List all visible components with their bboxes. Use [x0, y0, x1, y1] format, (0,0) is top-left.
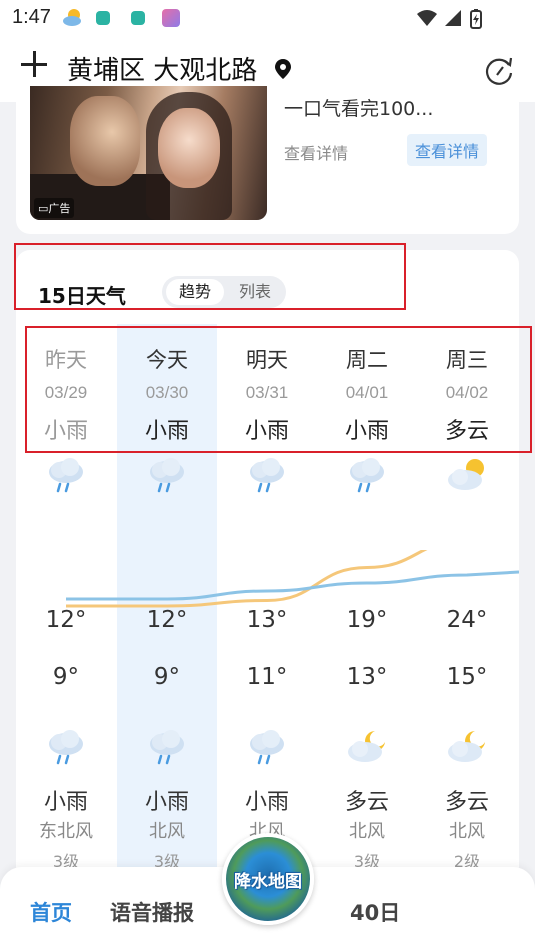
refresh-icon[interactable]	[483, 55, 515, 87]
ad-label: ▭广告	[34, 198, 75, 218]
add-city-icon[interactable]	[20, 50, 48, 78]
rain-cloud-icon	[117, 728, 217, 772]
rain-cloud-icon	[49, 458, 83, 493]
weather-status-icon	[62, 7, 84, 27]
forecast-night-condition: 小雨	[244, 790, 289, 815]
rain-cloud-icon	[16, 456, 116, 500]
low-temp-curve	[66, 570, 519, 601]
rain-cloud-icon	[217, 728, 317, 772]
cloud-moon-icon	[348, 731, 385, 762]
forecast-night-condition: 小雨	[144, 790, 189, 815]
highlight-box-days	[25, 326, 532, 453]
ad-tag-icon: ▭	[38, 202, 49, 215]
cloud-sun-icon	[417, 456, 517, 500]
forecast-wind-direction: 北风	[449, 821, 485, 842]
cloud-moon-icon	[448, 731, 485, 762]
location-title[interactable]: 黄埔区 大观北路	[67, 50, 257, 87]
temperature-curves	[66, 550, 519, 608]
rain-cloud-icon	[150, 458, 184, 493]
status-bar: 1:47	[0, 0, 535, 36]
cloud-moon-icon	[317, 728, 417, 772]
rain-cloud-icon	[250, 458, 284, 493]
rain-cloud-icon	[150, 730, 184, 765]
precipitation-map-button[interactable]: 降水地图	[222, 833, 314, 925]
forecast-night-condition: 多云	[344, 790, 389, 815]
ad-card[interactable]: ▭广告 一口气看完100... 查看详情 查看详情	[16, 86, 519, 234]
nav-voice[interactable]: 语音播报	[110, 897, 194, 927]
rain-cloud-icon	[49, 730, 83, 765]
precipitation-map-label: 降水地图	[234, 872, 302, 892]
highlight-box-title	[14, 243, 406, 310]
rain-cloud-icon	[217, 456, 317, 500]
ad-detail-button[interactable]: 查看详情	[407, 134, 488, 166]
cloud-sun-icon	[448, 459, 484, 490]
rain-cloud-icon	[317, 456, 417, 500]
location-pin-icon	[275, 59, 291, 79]
cloud-moon-icon	[417, 728, 517, 772]
forecast-wind-direction: 北风	[149, 821, 185, 842]
ad-title[interactable]: 一口气看完100...	[284, 94, 433, 121]
rain-cloud-icon	[350, 458, 384, 493]
ad-detail-text[interactable]: 查看详情	[284, 140, 348, 164]
nav-home[interactable]: 首页	[30, 897, 72, 927]
forecast-night-condition: 多云	[444, 790, 489, 815]
rain-cloud-icon	[117, 456, 217, 500]
signal-battery-icons	[417, 9, 482, 29]
rain-cloud-icon	[16, 728, 116, 772]
app-notification-icon	[96, 11, 110, 25]
nav-40day[interactable]: 40日	[350, 897, 400, 927]
ad-tag-text: 广告	[48, 202, 71, 215]
forecast-wind-direction: 东北风	[39, 821, 93, 842]
status-right-icons	[415, 8, 495, 34]
forecast-night-condition: 小雨	[43, 790, 88, 815]
status-time: 1:47	[12, 6, 51, 28]
rain-cloud-icon	[250, 730, 284, 765]
forecast-wind-direction: 北风	[349, 821, 385, 842]
gallery-app-icon	[162, 9, 180, 27]
app-notification-icon-2	[131, 11, 145, 25]
